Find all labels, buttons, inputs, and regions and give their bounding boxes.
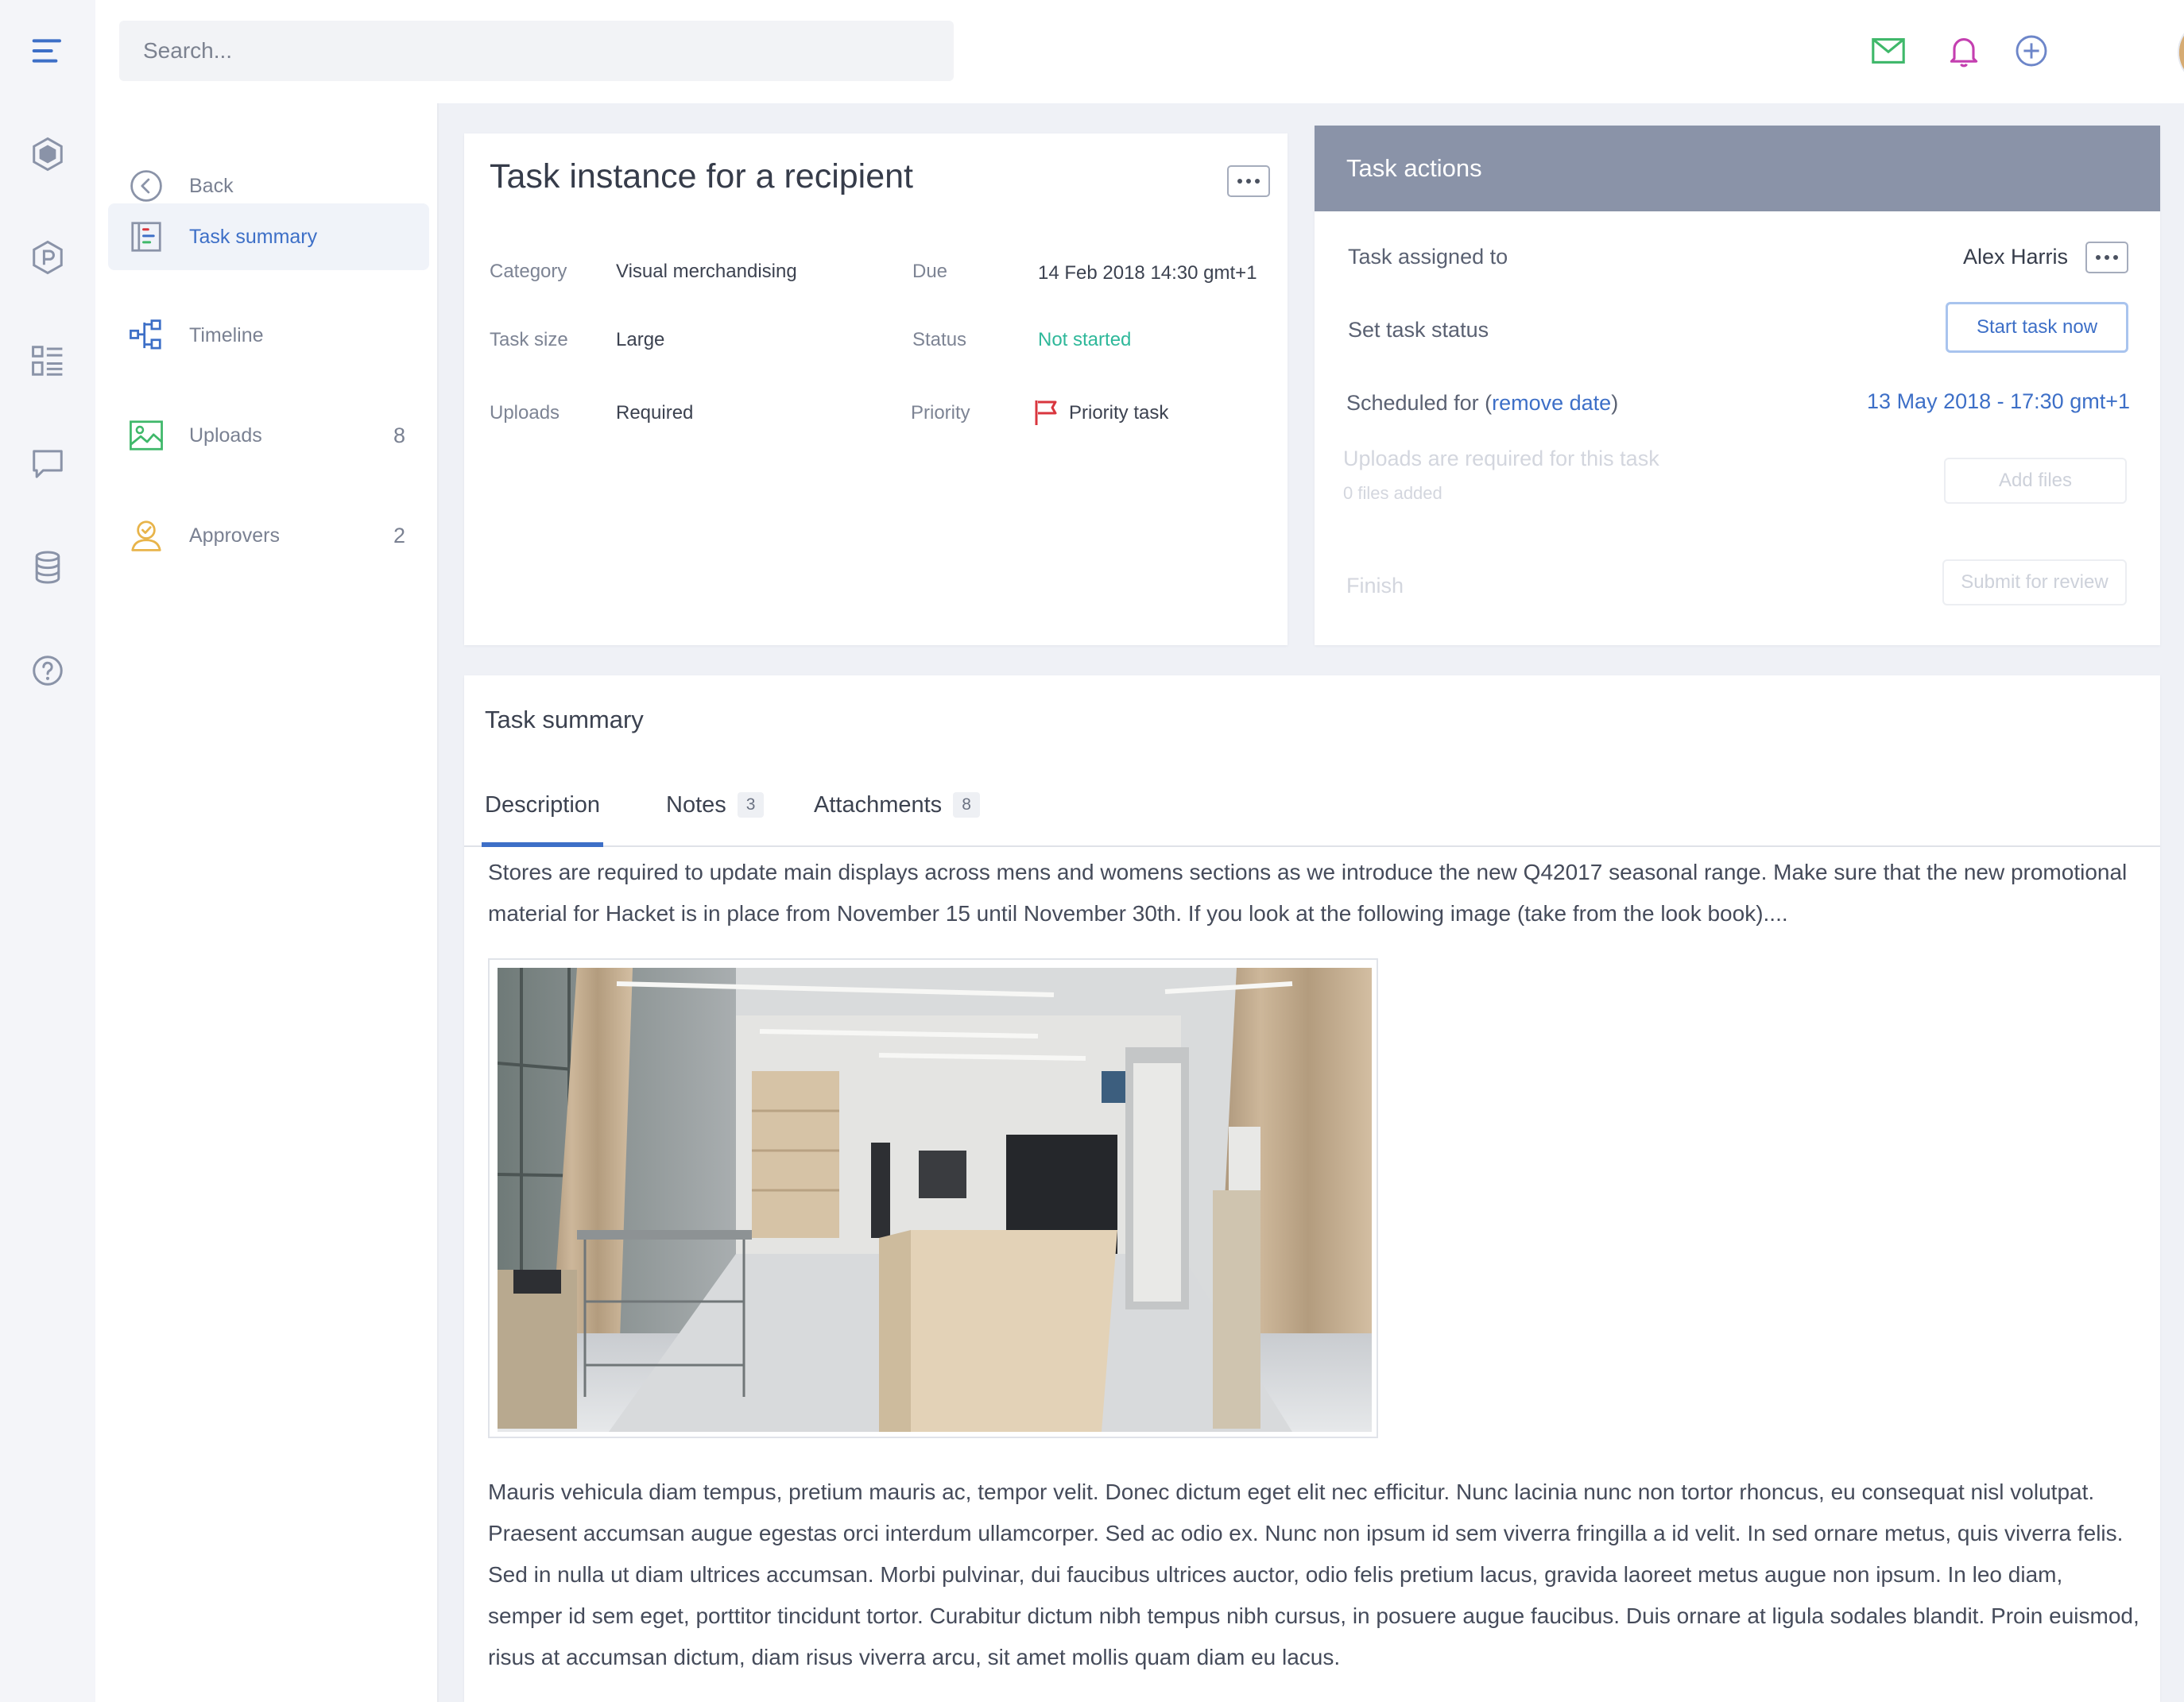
scheduled-label-post: ) bbox=[1611, 391, 1619, 415]
tab-description[interactable]: Description bbox=[481, 764, 604, 847]
priority-flag-icon bbox=[1035, 400, 1057, 425]
sidebar-item-task-summary[interactable]: Task summary bbox=[108, 203, 429, 270]
tab-notes[interactable]: Notes 3 bbox=[666, 764, 765, 845]
sidebar-item-label: Back bbox=[189, 174, 234, 197]
top-bar bbox=[95, 0, 2184, 103]
sidebar-item-approvers[interactable]: Approvers 2 bbox=[108, 502, 429, 569]
image-upload-icon bbox=[127, 416, 165, 455]
task-actions-header: Task actions bbox=[1315, 126, 2160, 211]
task-summary-icon bbox=[127, 218, 165, 256]
add-files-button[interactable]: Add files bbox=[1944, 458, 2127, 504]
sidebar-item-label: Uploads bbox=[189, 424, 262, 447]
uploads-value: Required bbox=[616, 402, 694, 424]
sidebar-item-label: Task summary bbox=[189, 225, 318, 248]
status-set-label: Set task status bbox=[1348, 318, 1489, 342]
scheduled-value[interactable]: 13 May 2018 - 17:30 gmt+1 bbox=[1867, 389, 2130, 414]
approver-icon bbox=[127, 516, 165, 555]
task-summary-card: Task summary Description Notes 3 Attachm… bbox=[464, 675, 2160, 1702]
finish-label: Finish bbox=[1346, 574, 1404, 598]
task-more-button[interactable] bbox=[1227, 165, 1270, 197]
scheduled-label: Scheduled for (remove date) bbox=[1346, 391, 1618, 416]
task-actions-card: Task actions Task assigned to Alex Harri… bbox=[1315, 126, 2160, 645]
priority-value: Priority task bbox=[1069, 402, 1169, 424]
sidebar-item-uploads[interactable]: Uploads 8 bbox=[108, 402, 429, 469]
remove-date-link[interactable]: remove date bbox=[1492, 391, 1611, 415]
category-label: Category bbox=[490, 261, 567, 282]
hexagon-icon[interactable] bbox=[27, 133, 68, 175]
task-size-label: Task size bbox=[490, 329, 568, 350]
dot bbox=[2113, 255, 2118, 260]
uploads-label: Uploads bbox=[490, 402, 560, 424]
database-icon[interactable] bbox=[27, 547, 68, 588]
bell-icon[interactable] bbox=[1942, 29, 1986, 73]
avatar[interactable] bbox=[2178, 19, 2184, 86]
due-label: Due bbox=[912, 261, 948, 282]
dot bbox=[2105, 255, 2109, 260]
back-arrow-icon bbox=[127, 167, 165, 205]
scheduled-label-pre: Scheduled for ( bbox=[1346, 391, 1493, 415]
task-sidebar: Back Task summary Timeline Uploads 8 App… bbox=[95, 103, 439, 1702]
dot bbox=[2096, 255, 2101, 260]
summary-title: Task summary bbox=[485, 706, 644, 733]
assignee-more-button[interactable] bbox=[2085, 242, 2128, 273]
search-input[interactable] bbox=[119, 21, 954, 81]
timeline-icon bbox=[127, 316, 165, 354]
sidebar-item-timeline[interactable]: Timeline bbox=[108, 302, 429, 369]
add-circle-icon[interactable] bbox=[2009, 29, 2054, 73]
notes-count-badge: 3 bbox=[737, 792, 765, 818]
status-label: Status bbox=[912, 329, 967, 350]
assigned-value[interactable]: Alex Harris bbox=[1963, 245, 2068, 269]
chat-icon[interactable] bbox=[27, 443, 68, 485]
task-title: Task instance for a recipient bbox=[490, 157, 913, 195]
tab-label: Description bbox=[485, 791, 601, 818]
mail-icon[interactable] bbox=[1866, 29, 1911, 73]
category-value: Visual merchandising bbox=[616, 261, 797, 282]
tab-attachments[interactable]: Attachments 8 bbox=[814, 764, 980, 845]
dot bbox=[1237, 179, 1242, 184]
sidebar-item-label: Approvers bbox=[189, 524, 280, 547]
files-added-label: 0 files added bbox=[1343, 483, 1442, 503]
summary-tabs: Description Notes 3 Attachments 8 bbox=[464, 764, 2160, 847]
uploads-required-label: Uploads are required for this task bbox=[1343, 447, 1659, 470]
task-actions-title: Task actions bbox=[1346, 154, 1482, 182]
parking-hexagon-icon[interactable] bbox=[27, 237, 68, 278]
lorem-paragraph: Mauris vehicula diam tempus, pretium mau… bbox=[488, 1480, 2139, 1669]
task-size-value: Large bbox=[616, 329, 665, 350]
tab-label: Notes bbox=[666, 791, 726, 818]
dot bbox=[1255, 179, 1260, 184]
store-interior-photo[interactable] bbox=[498, 968, 1372, 1432]
icon-rail bbox=[0, 0, 95, 1702]
task-details-card: Task instance for a recipient Category V… bbox=[464, 133, 1288, 645]
assigned-label: Task assigned to bbox=[1348, 245, 1508, 269]
description-paragraph: Stores are required to update main displ… bbox=[488, 860, 2128, 926]
dot bbox=[1246, 179, 1251, 184]
tab-label: Attachments bbox=[814, 791, 943, 818]
uploads-count: 8 bbox=[393, 423, 405, 447]
status-value: Not started bbox=[1038, 329, 1132, 350]
list-grid-icon[interactable] bbox=[27, 340, 68, 381]
attachments-count-badge: 8 bbox=[953, 792, 980, 818]
submit-review-button[interactable]: Submit for review bbox=[1942, 559, 2127, 605]
due-value: 14 Feb 2018 14:30 gmt+1 bbox=[1038, 262, 1257, 284]
help-icon[interactable] bbox=[27, 650, 68, 691]
priority-label: Priority bbox=[911, 402, 970, 424]
menu-icon[interactable] bbox=[27, 30, 68, 72]
store-photo-frame bbox=[488, 958, 1378, 1438]
sidebar-item-label: Timeline bbox=[189, 323, 264, 346]
start-task-button[interactable]: Start task now bbox=[1946, 302, 2128, 353]
approvers-count: 2 bbox=[393, 523, 405, 547]
